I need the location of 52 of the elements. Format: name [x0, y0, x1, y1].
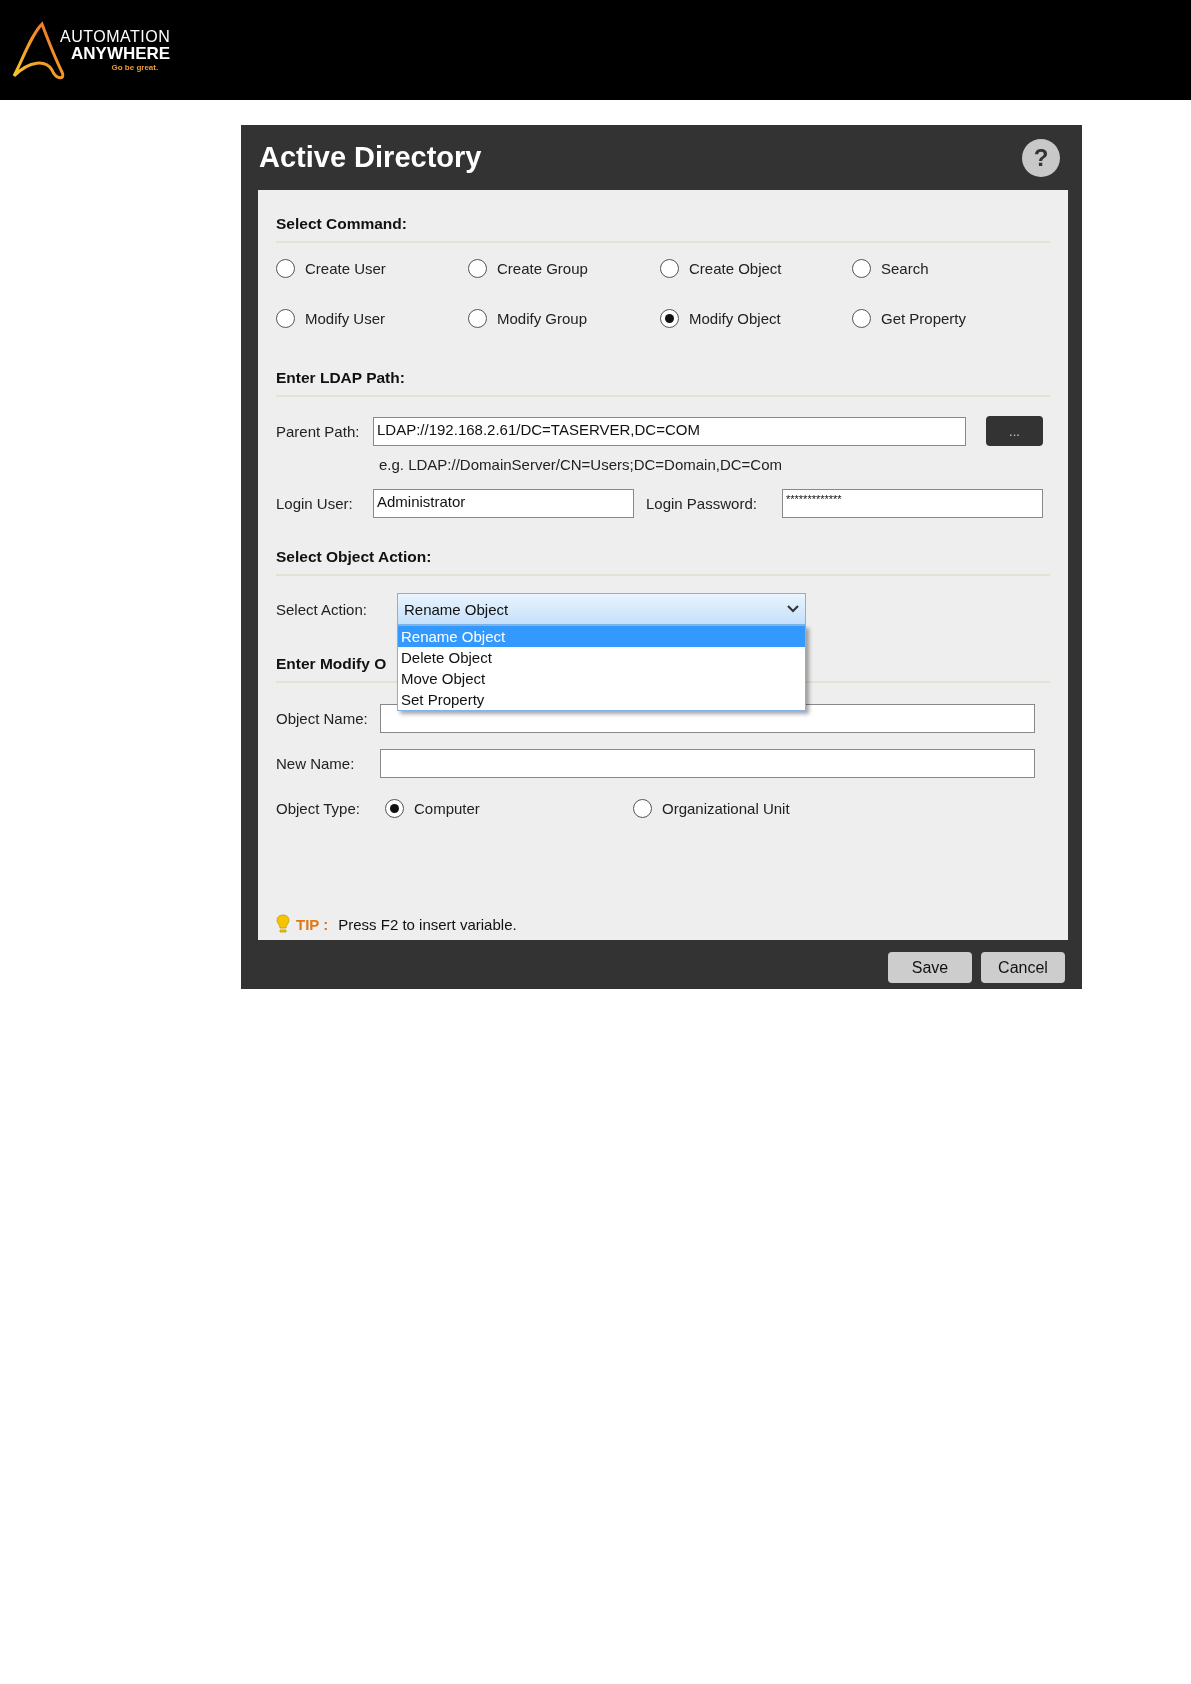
- logo-text: AUTOMATION: [60, 27, 171, 45]
- help-button[interactable]: ?: [1022, 138, 1060, 177]
- dropdown-option[interactable]: Set Property: [398, 689, 805, 710]
- input-field[interactable]: [380, 748, 1035, 778]
- radio-label: Computer: [414, 799, 480, 817]
- radio-label: Create Group: [497, 259, 588, 277]
- logo-text: ANYWHERE: [71, 44, 171, 63]
- radio-label: Modify User: [305, 309, 386, 327]
- lightbulb-icon: [276, 914, 290, 934]
- hint-text: e.g. LDAP://DomainServer/CN=Users;DC=Domain,DC=Com: [379, 455, 783, 473]
- radio-button[interactable]: [660, 258, 679, 278]
- radio-button[interactable]: [385, 798, 404, 818]
- radio-label: Organizational Unit: [662, 799, 790, 817]
- section-heading: Select Object Action:: [276, 547, 432, 567]
- radio-button[interactable]: [852, 258, 871, 278]
- radio-label: Create User: [305, 259, 386, 277]
- dialog-title: Active Directory: [259, 141, 482, 174]
- field-label: Login Password:: [646, 494, 758, 512]
- chevron-down-icon: [787, 605, 799, 613]
- field-label: Parent Path:: [276, 422, 361, 440]
- radio-label: Create Object: [689, 259, 782, 277]
- radio-button[interactable]: [660, 308, 679, 328]
- logo-tagline: Go be great.: [111, 62, 159, 73]
- dialog-button[interactable]: Save: [888, 952, 972, 983]
- section-heading: Select Command:: [276, 214, 407, 234]
- radio-button[interactable]: [468, 308, 487, 328]
- field-label: Object Type:: [276, 799, 361, 817]
- field-label: Object Name:: [276, 709, 369, 727]
- radio-button[interactable]: [276, 308, 295, 328]
- input-field[interactable]: Administrator: [373, 488, 634, 518]
- section-heading: Enter LDAP Path:: [276, 368, 405, 388]
- tip-text: Press F2 to insert variable.: [338, 915, 517, 933]
- dropdown-option[interactable]: Move Object: [398, 668, 805, 689]
- radio-label: Modify Group: [497, 309, 588, 327]
- radio-button[interactable]: [852, 308, 871, 328]
- browse-button[interactable]: ...: [986, 416, 1043, 446]
- section-heading: Enter Modify O: [276, 654, 387, 674]
- input-field[interactable]: LDAP://192.168.2.61/DC=TASERVER,DC=COM: [373, 416, 966, 446]
- field-label: Select Action:: [276, 600, 368, 618]
- dialog-button[interactable]: Cancel: [981, 952, 1065, 983]
- radio-button[interactable]: [276, 258, 295, 278]
- tip-label: TIP :: [296, 915, 329, 933]
- select-dropdown[interactable]: Rename Object: [397, 593, 806, 625]
- field-label: New Name:: [276, 754, 356, 772]
- radio-label: Modify Object: [689, 309, 781, 327]
- radio-button[interactable]: [468, 258, 487, 278]
- password-field[interactable]: *************: [782, 488, 1043, 518]
- radio-label: Get Property: [881, 309, 967, 327]
- dropdown-option[interactable]: Delete Object: [398, 647, 805, 668]
- radio-label: Search: [881, 259, 929, 277]
- field-label: Login User:: [276, 494, 354, 512]
- radio-button[interactable]: [633, 798, 652, 818]
